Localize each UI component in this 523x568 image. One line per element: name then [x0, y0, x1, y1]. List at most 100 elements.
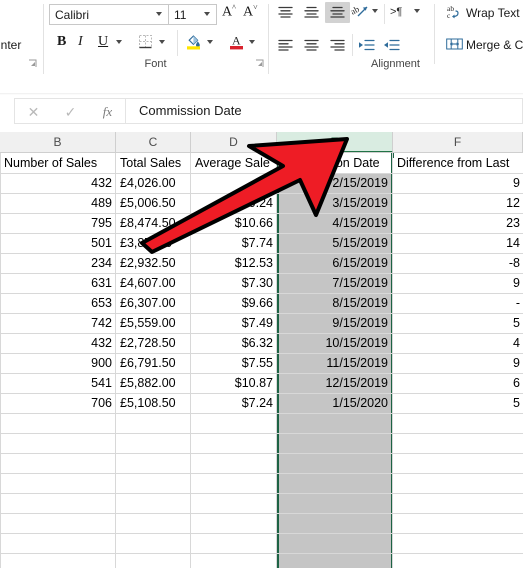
borders-chevron-down-icon[interactable]	[159, 40, 166, 47]
underline-button[interactable]: U	[98, 34, 108, 50]
column-header-D[interactable]: D	[191, 132, 277, 153]
cell-C8[interactable]: £6,307.00	[117, 293, 190, 313]
fill-color-chevron-down-icon[interactable]	[207, 40, 214, 47]
cell-C5[interactable]: £3,87 .00	[117, 233, 190, 253]
wrap-text-icon[interactable]: ab c	[447, 4, 463, 20]
cell-D6[interactable]: $12.53	[192, 253, 276, 273]
decrease-indent-icon[interactable]	[358, 38, 375, 52]
cell-D8[interactable]: $9.66	[192, 293, 276, 313]
cell-E2[interactable]: 2/15/2019	[278, 173, 391, 193]
cell-C2[interactable]: £4,026.00	[117, 173, 190, 193]
font-size-combobox[interactable]: 11	[169, 4, 217, 25]
cell-E4[interactable]: 4/15/2019	[278, 213, 391, 233]
underline-chevron-down-icon[interactable]	[116, 40, 123, 47]
cell-D2[interactable]: $9	[192, 173, 276, 193]
cell-B2[interactable]: 432	[1, 173, 115, 193]
align-left-icon[interactable]	[277, 38, 294, 52]
borders-icon[interactable]	[138, 34, 153, 49]
cell-C6[interactable]: £2,932.50	[117, 253, 190, 273]
column-header-C[interactable]: C	[116, 132, 191, 153]
cell-B9[interactable]: 742	[1, 313, 115, 333]
cell-E12[interactable]: 12/15/2019	[278, 373, 391, 393]
align-middle-icon[interactable]	[303, 5, 320, 19]
table-header-number-of-sales[interactable]: Number of Sales	[1, 153, 115, 173]
cell-E9[interactable]: 9/15/2019	[278, 313, 391, 333]
cell-F9[interactable]: 5	[394, 313, 523, 333]
cell-C13[interactable]: £5,108.50	[117, 393, 190, 413]
cell-D10[interactable]: $6.32	[192, 333, 276, 353]
cell-F8[interactable]: -	[394, 293, 523, 313]
cell-F12[interactable]: 6	[394, 373, 523, 393]
cell-B8[interactable]: 653	[1, 293, 115, 313]
cell-D7[interactable]: $7.30	[192, 273, 276, 293]
cell-C11[interactable]: £6,791.50	[117, 353, 190, 373]
cell-D11[interactable]: $7.55	[192, 353, 276, 373]
table-header-total-sales[interactable]: Total Sales	[117, 153, 190, 173]
clipboard-dialog-launcher[interactable]	[28, 59, 37, 68]
fill-color-icon[interactable]	[186, 33, 202, 50]
wrap-text-label[interactable]: Wrap Text	[466, 6, 520, 20]
table-header-difference-from-last[interactable]: Difference from Last	[394, 153, 523, 173]
cell-E5[interactable]: 5/15/2019	[278, 233, 391, 253]
cell-D12[interactable]: $10.87	[192, 373, 276, 393]
merge-center-label[interactable]: Merge & Ce	[466, 38, 523, 52]
font-name-combobox[interactable]: Calibri	[49, 4, 169, 25]
italic-button[interactable]: I	[78, 34, 83, 50]
cell-B6[interactable]: 234	[1, 253, 115, 273]
cell-B13[interactable]: 706	[1, 393, 115, 413]
cell-E8[interactable]: 8/15/2019	[278, 293, 391, 313]
cell-B5[interactable]: 501	[1, 233, 115, 253]
align-top-icon[interactable]	[277, 5, 294, 19]
orientation-chevron-down-icon[interactable]	[372, 9, 379, 16]
column-header-E[interactable]: E	[277, 132, 393, 153]
align-bottom-icon[interactable]	[329, 5, 346, 19]
cell-B12[interactable]: 541	[1, 373, 115, 393]
enter-icon[interactable]: ✓	[52, 102, 89, 122]
cell-D3[interactable]: $10.24	[192, 193, 276, 213]
merge-center-icon[interactable]	[446, 37, 463, 51]
cell-F10[interactable]: 4	[394, 333, 523, 353]
cell-E6[interactable]: 6/15/2019	[278, 253, 391, 273]
cell-F6[interactable]: -8	[394, 253, 523, 273]
cell-F7[interactable]: 9	[394, 273, 523, 293]
column-header-F[interactable]: F	[393, 132, 523, 153]
font-color-chevron-down-icon[interactable]	[249, 40, 256, 47]
spreadsheet-grid[interactable]: B C D E F Number of Sales Total Sales Av…	[0, 132, 523, 568]
cell-B3[interactable]: 489	[1, 193, 115, 213]
cell-E3[interactable]: 3/15/2019	[278, 193, 391, 213]
increase-indent-icon[interactable]	[383, 38, 400, 52]
cell-C7[interactable]: £4,607.00	[117, 273, 190, 293]
cell-E13[interactable]: 1/15/2020	[278, 393, 391, 413]
cancel-icon[interactable]: ✕	[15, 102, 52, 122]
cell-F4[interactable]: 23	[394, 213, 523, 233]
cell-C12[interactable]: £5,882.00	[117, 373, 190, 393]
cell-B7[interactable]: 631	[1, 273, 115, 293]
cell-E7[interactable]: 7/15/2019	[278, 273, 391, 293]
cell-C9[interactable]: £5,559.00	[117, 313, 190, 333]
cell-D9[interactable]: $7.49	[192, 313, 276, 333]
cell-F11[interactable]: 9	[394, 353, 523, 373]
column-header-B[interactable]: B	[0, 132, 116, 153]
cell-D13[interactable]: $7.24	[192, 393, 276, 413]
cell-D4[interactable]: $10.66	[192, 213, 276, 233]
table-header-commission-date[interactable]: Commission Date	[278, 153, 391, 173]
cell-F3[interactable]: 12	[394, 193, 523, 213]
cell-F5[interactable]: 14	[394, 233, 523, 253]
cell-E10[interactable]: 10/15/2019	[278, 333, 391, 353]
orientation-icon[interactable]: ab	[349, 4, 369, 20]
cell-E11[interactable]: 11/15/2019	[278, 353, 391, 373]
cell-C4[interactable]: £8,474.50	[117, 213, 190, 233]
decrease-font-size-icon[interactable]: A˅	[243, 3, 258, 21]
align-right-icon[interactable]	[329, 38, 346, 52]
cell-B10[interactable]: 432	[1, 333, 115, 353]
font-dialog-launcher[interactable]	[255, 59, 264, 68]
increase-font-size-icon[interactable]: A^	[222, 3, 236, 21]
insert-function-icon[interactable]: fx	[89, 102, 126, 122]
format-painter-label[interactable]: inter	[0, 38, 21, 52]
table-header-average-sale[interactable]: Average Sale	[192, 153, 276, 173]
bold-button[interactable]: B	[57, 34, 66, 50]
cell-F2[interactable]: 9	[394, 173, 523, 193]
text-direction-icon[interactable]: >¶	[390, 6, 402, 18]
cell-B11[interactable]: 900	[1, 353, 115, 373]
cell-C3[interactable]: £5,006.50	[117, 193, 190, 213]
